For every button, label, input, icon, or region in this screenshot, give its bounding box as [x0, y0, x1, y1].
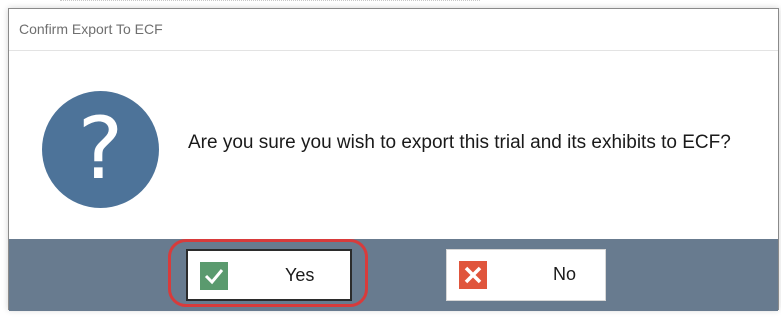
dialog-content: ? Are you sure you wish to export this t… — [9, 51, 778, 239]
no-button-label: No — [553, 264, 577, 284]
yes-button[interactable]: Yes — [186, 249, 352, 301]
confirm-export-dialog: Confirm Export To ECF ? Are you sure you… — [8, 8, 779, 311]
dialog-titlebar[interactable]: Confirm Export To ECF — [9, 9, 778, 51]
dialog-title: Confirm Export To ECF — [19, 21, 163, 37]
no-button[interactable]: No — [446, 249, 606, 301]
background-text-line — [60, 0, 480, 7]
question-icon: ? — [42, 91, 159, 208]
check-icon — [200, 262, 228, 290]
yes-button-label: Yes — [285, 265, 315, 285]
close-icon — [459, 261, 487, 289]
dialog-button-bar: Yes No — [9, 239, 778, 311]
dialog-message: Are you sure you wish to export this tri… — [188, 132, 731, 153]
